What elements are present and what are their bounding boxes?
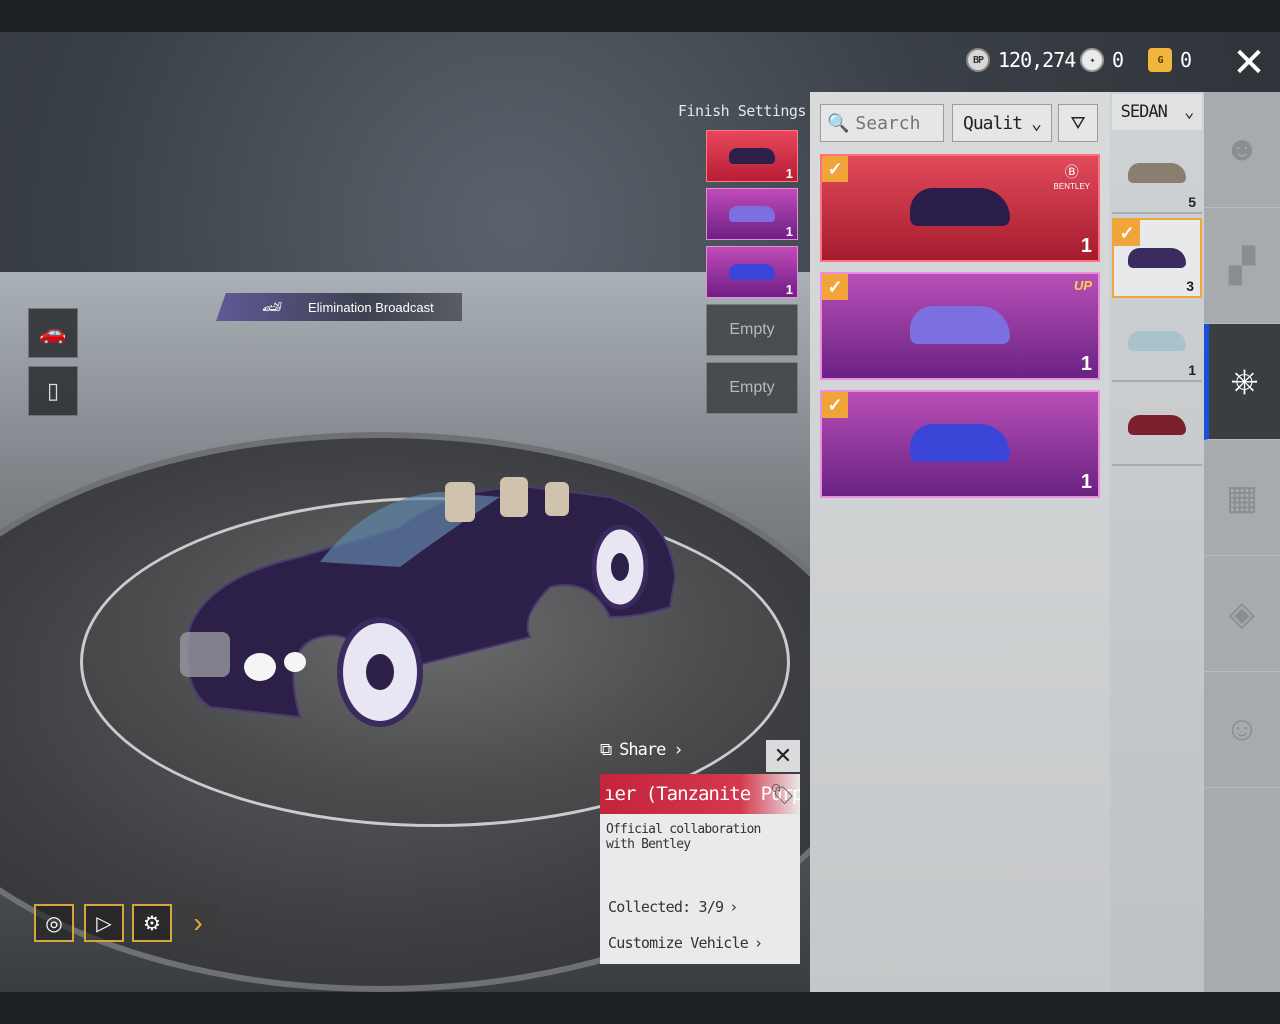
silver-currency[interactable]: ✦ 0 <box>1080 48 1124 72</box>
skin-card-2[interactable]: ✓ UP 1 <box>820 272 1100 380</box>
chevron-right-icon[interactable]: › <box>178 904 218 942</box>
engine-sound-icon[interactable]: ⚙ <box>132 904 172 942</box>
model-count: 5 <box>1188 194 1196 210</box>
skin-thumbnail <box>910 306 1010 344</box>
skin-card-1[interactable]: ✓ Ⓑ BENTLEY 1 <box>820 154 1100 262</box>
search-icon: 🔍 <box>827 112 850 133</box>
chevron-right-icon: › <box>673 740 683 760</box>
gold-coupon-icon: G <box>1148 48 1172 72</box>
upgrade-badge: UP <box>1073 278 1092 293</box>
skin-count: 1 <box>1080 353 1092 375</box>
finish-slot-3[interactable]: 1 <box>706 246 798 298</box>
model-thumbnail <box>1128 331 1186 351</box>
close-icon[interactable]: ✕ <box>766 740 800 772</box>
vehicle-type-dropdown[interactable]: SEDAN ⌄ <box>1112 94 1202 130</box>
silver-value: 0 <box>1112 48 1124 72</box>
bp-coin-icon: BP <box>966 48 990 72</box>
vehicle-view-icon[interactable]: 🚗 <box>28 308 78 358</box>
parachute-icon[interactable]: ▦ <box>1204 440 1280 556</box>
skin-thumbnail <box>910 424 1010 462</box>
finish-slot-count: 1 <box>785 224 793 239</box>
silver-token-icon: ✦ <box>1080 48 1104 72</box>
chevron-right-icon: › <box>729 898 738 916</box>
finish-slot-5[interactable]: Empty <box>706 362 798 414</box>
customize-vehicle-link[interactable]: Customize Vehicle › <box>608 934 763 952</box>
skin-count: 1 <box>1080 471 1092 493</box>
close-icon[interactable]: ✕ <box>1226 40 1272 86</box>
steering-wheel-icon[interactable]: ⎈ <box>1204 324 1280 440</box>
checkmark-icon[interactable]: ✓ <box>822 392 848 418</box>
letterbox-top <box>0 0 1280 32</box>
skin-name: ıer (Tanzanite Purp 🏷 <box>600 774 800 814</box>
bp-value: 120,274 <box>998 48 1076 72</box>
character-icon[interactable]: ☻ <box>1204 92 1280 208</box>
companion-icon[interactable]: ☺ <box>1204 672 1280 788</box>
checkmark-icon[interactable]: ✓ <box>822 156 848 182</box>
skin-thumbnail <box>910 188 1010 226</box>
share-icon: ⧉ <box>600 740 612 760</box>
share-button[interactable]: ⧉ Share › <box>600 740 684 760</box>
model-item-3[interactable]: 1 <box>1112 302 1202 382</box>
search-input[interactable] <box>855 112 936 134</box>
finish-slot-count: 1 <box>785 282 793 297</box>
skin-card-3[interactable]: ✓ 1 <box>820 390 1100 498</box>
bp-currency[interactable]: BP 120,274 <box>966 48 1076 72</box>
share-label: Share <box>619 740 666 760</box>
model-thumbnail <box>1128 415 1186 435</box>
model-thumbnail <box>1128 163 1186 183</box>
play-icon[interactable]: ▷ <box>84 904 124 942</box>
brand-badge-label: BENTLEY <box>1053 182 1090 191</box>
elimination-broadcast-label: Elimination Broadcast <box>308 299 434 315</box>
skin-count: 1 <box>1080 235 1092 257</box>
checkmark-icon[interactable]: ✓ <box>822 274 848 300</box>
finish-skin-thumb <box>729 206 775 222</box>
gold-value: 0 <box>1180 48 1192 72</box>
skin-description: Official collaboration with Bentley <box>606 822 761 852</box>
chevron-down-icon: ⌄ <box>1184 102 1194 122</box>
finish-slot-count: 1 <box>785 166 793 181</box>
collected-label: Collected: 3/9 <box>608 898 724 916</box>
filter-icon[interactable]: ⛛ <box>1058 104 1098 142</box>
chevron-right-icon: › <box>753 934 763 952</box>
letterbox-bottom <box>0 992 1280 1024</box>
skin-info-popup: ıer (Tanzanite Purp 🏷 Official collabora… <box>600 774 800 964</box>
customize-label: Customize Vehicle <box>608 934 749 952</box>
vehicle-model[interactable] <box>170 467 690 727</box>
finish-skin-thumb <box>729 264 775 280</box>
model-count: 1 <box>1188 362 1196 378</box>
finish-skin-thumb <box>729 148 775 164</box>
quality-dropdown[interactable]: Qualit ⌄ <box>952 104 1052 142</box>
model-count: 3 <box>1186 278 1194 294</box>
gold-currency[interactable]: G 0 <box>1148 48 1192 72</box>
model-item-4[interactable] <box>1112 386 1202 466</box>
horn-icon[interactable]: ◎ <box>34 904 74 942</box>
elimination-broadcast-banner[interactable]: 🏎 Elimination Broadcast <box>216 293 462 321</box>
finish-settings-title: Finish Settings <box>678 102 806 120</box>
empty-slot-label: Empty <box>729 321 775 338</box>
backpack-icon[interactable]: ◈ <box>1204 556 1280 672</box>
finish-slot-2[interactable]: 1 <box>706 188 798 240</box>
vehicle-type-label: SEDAN <box>1120 102 1168 122</box>
tag-icon: 🏷 <box>769 782 795 806</box>
model-item-1[interactable]: 5 <box>1112 134 1202 214</box>
bentley-logo-icon: Ⓑ BENTLEY <box>1053 164 1090 191</box>
finish-slot-1[interactable]: 1 <box>706 130 798 182</box>
quality-label: Qualit <box>963 112 1023 134</box>
gun-icon[interactable]: ▞ <box>1204 208 1280 324</box>
model-thumbnail <box>1128 248 1186 268</box>
search-field[interactable]: 🔍 <box>820 104 944 142</box>
top-view-icon[interactable]: ▯ <box>28 366 78 416</box>
model-item-2[interactable]: ✓ 3 <box>1112 218 1202 298</box>
empty-slot-label: Empty <box>729 379 775 396</box>
finish-slot-4[interactable]: Empty <box>706 304 798 356</box>
checkmark-icon: ✓ <box>1114 220 1140 246</box>
vehicle-kill-icon: 🏎 <box>262 299 283 316</box>
collected-link[interactable]: Collected: 3/9 › <box>608 898 738 916</box>
chevron-down-icon: ⌄ <box>1031 112 1042 134</box>
